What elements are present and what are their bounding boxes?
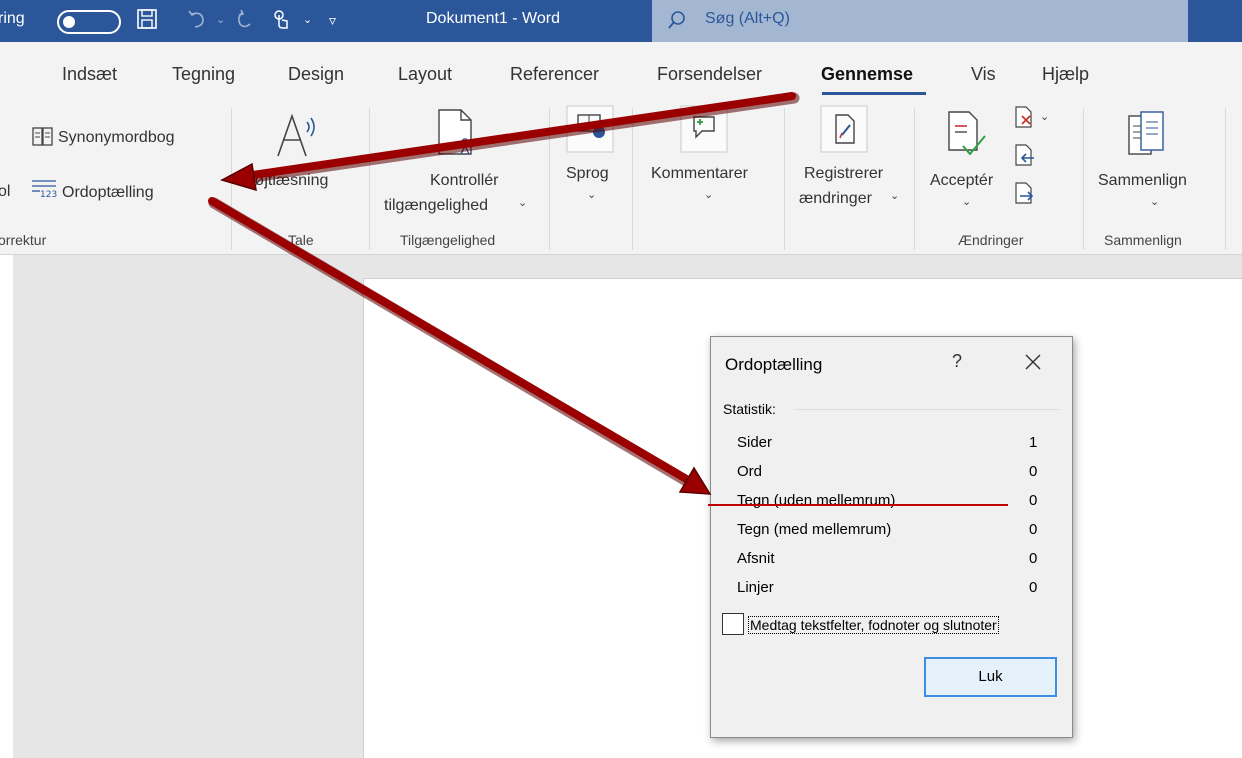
title-bar: ring ⌄ ⌄ ▿ Dokument1 - Word Søg (Alt+Q): [0, 0, 1242, 42]
group-tilgaengelighed-label: Tilgængelighed: [400, 232, 496, 248]
registrerer-dropdown-icon: ⌄: [890, 190, 900, 202]
kontroller-dropdown-icon: ⌄: [518, 197, 528, 209]
kommentarer-dropdown-icon: ⌄: [704, 189, 714, 201]
close-icon[interactable]: [1021, 350, 1045, 374]
accepter-dropdown-icon: ⌄: [962, 196, 972, 208]
tab-referencer[interactable]: Referencer: [510, 64, 599, 85]
group-tale-label: Tale: [288, 232, 314, 248]
dialog-title: Ordoptælling: [725, 355, 823, 374]
titlebar-right-area: [1188, 0, 1242, 42]
ribbon-separator: [784, 108, 785, 250]
track-changes-icon: [820, 105, 868, 158]
touch-mode-dropdown-icon[interactable]: ⌄: [303, 8, 312, 32]
accessibility-checker-icon: [437, 108, 477, 163]
stat-value-tegn-med: 0: [1029, 521, 1038, 538]
tab-hjaelp[interactable]: Hjælp: [1042, 64, 1089, 85]
ribbon-separator: [549, 108, 550, 250]
registrerer-label-1: Registrerer: [804, 165, 884, 182]
statistik-group-label: Statistik:: [723, 401, 776, 417]
stat-value-tegn-uden: 0: [1029, 492, 1038, 509]
undo-dropdown-icon[interactable]: ⌄: [216, 8, 225, 32]
stat-label-afsnit: Afsnit: [737, 550, 775, 567]
save-icon[interactable]: [136, 8, 158, 36]
word-count-dialog: Ordoptælling ? Statistik: Sider 1 Ord 0 …: [710, 336, 1073, 738]
accept-change-icon: [945, 110, 987, 167]
ribbon-separator: [632, 108, 633, 250]
group-korrektur-label: orrektur: [0, 232, 47, 248]
previous-change-icon[interactable]: [1014, 144, 1036, 171]
stat-value-ord: 0: [1029, 463, 1038, 480]
include-textboxes-checkbox[interactable]: [722, 613, 744, 635]
touch-mode-icon[interactable]: [270, 8, 292, 36]
ribbon-separator: [1083, 108, 1084, 250]
clipped-korrektur-item: ol: [0, 183, 11, 200]
document-title: Dokument1 - Word: [426, 10, 560, 27]
stat-label-linjer: Linjer: [737, 579, 774, 596]
hojtlaesning-label: Højtlæsning: [243, 172, 329, 189]
tab-indsaet[interactable]: Indsæt: [62, 64, 117, 85]
ribbon-separator: [1225, 108, 1226, 250]
autosave-toggle[interactable]: [57, 10, 121, 34]
kommentarer-label: Kommentarer: [651, 165, 748, 182]
toggle-knob: [63, 16, 75, 28]
tab-vis[interactable]: Vis: [971, 64, 996, 85]
autosave-label: ring: [0, 10, 25, 27]
stat-label-tegn-med: Tegn (med mellemrum): [737, 521, 892, 538]
reject-dropdown-icon[interactable]: ⌄: [1040, 110, 1049, 123]
undo-icon[interactable]: [186, 8, 208, 36]
tab-layout[interactable]: Layout: [398, 64, 452, 85]
word-count-icon: 123: [30, 178, 58, 205]
active-tab-indicator: [822, 92, 926, 95]
tab-forsendelser[interactable]: Forsendelser: [657, 64, 762, 85]
stat-value-linjer: 0: [1029, 579, 1038, 596]
stat-value-afsnit: 0: [1029, 550, 1038, 567]
ribbon-separator: [914, 108, 915, 250]
redo-icon[interactable]: [234, 8, 256, 36]
sammenlign-dropdown-icon: ⌄: [1150, 196, 1160, 208]
search-icon: [666, 9, 688, 36]
sprog-label: Sprog: [566, 165, 609, 182]
kontroller-label-2: tilgængelighed: [384, 197, 489, 214]
search-placeholder: Søg (Alt+Q): [705, 10, 790, 27]
compare-icon: [1127, 110, 1167, 163]
sprog-dropdown-icon: ⌄: [587, 189, 597, 201]
stat-label-sider: Sider: [737, 434, 773, 451]
read-aloud-icon: [275, 112, 321, 163]
search-box[interactable]: Søg (Alt+Q): [652, 0, 1188, 42]
group-divider: [795, 409, 1059, 410]
ribbon-separator: [369, 108, 370, 250]
accepter-label: Acceptér: [930, 172, 994, 189]
svg-text:123: 123: [40, 190, 57, 200]
language-icon: [566, 105, 614, 158]
stat-label-tegn-uden: Tegn (uden mellemrum): [737, 492, 896, 509]
stat-value-sider: 1: [1029, 434, 1038, 451]
navigation-strip: [0, 255, 13, 758]
luk-button[interactable]: Luk: [924, 657, 1057, 697]
stat-label-ord: Ord: [737, 463, 763, 480]
comment-icon: [680, 105, 728, 158]
tab-tegning[interactable]: Tegning: [172, 64, 235, 85]
ribbon-tabs: Indsæt Tegning Design Layout Referencer …: [0, 42, 1242, 100]
next-change-icon[interactable]: [1014, 182, 1036, 209]
thesaurus-icon: [32, 127, 54, 152]
tab-design[interactable]: Design: [288, 64, 344, 85]
sammenlign-label: Sammenlign: [1098, 172, 1187, 189]
reject-change-icon[interactable]: [1014, 106, 1036, 133]
ribbon-separator: [231, 108, 232, 250]
registrerer-label-2: ændringer: [799, 190, 872, 207]
ribbon: Synonymordbog ol 123 Ordoptælling orrekt…: [0, 100, 1242, 255]
tab-gennemse[interactable]: Gennemse: [821, 64, 913, 85]
synonymordbog-label: Synonymordbog: [58, 129, 175, 146]
group-sammenlign-label: Sammenlign: [1104, 232, 1182, 248]
include-textboxes-label[interactable]: Medtag tekstfelter, fodnoter og slutnote…: [748, 616, 999, 634]
help-button[interactable]: ?: [952, 351, 962, 372]
group-aendringer-label: Ændringer: [958, 232, 1024, 248]
customize-toolbar-icon[interactable]: ▿: [329, 8, 336, 32]
kontroller-label-1: Kontrollér: [430, 172, 499, 189]
ordoptaelling-label: Ordoptælling: [62, 184, 154, 201]
